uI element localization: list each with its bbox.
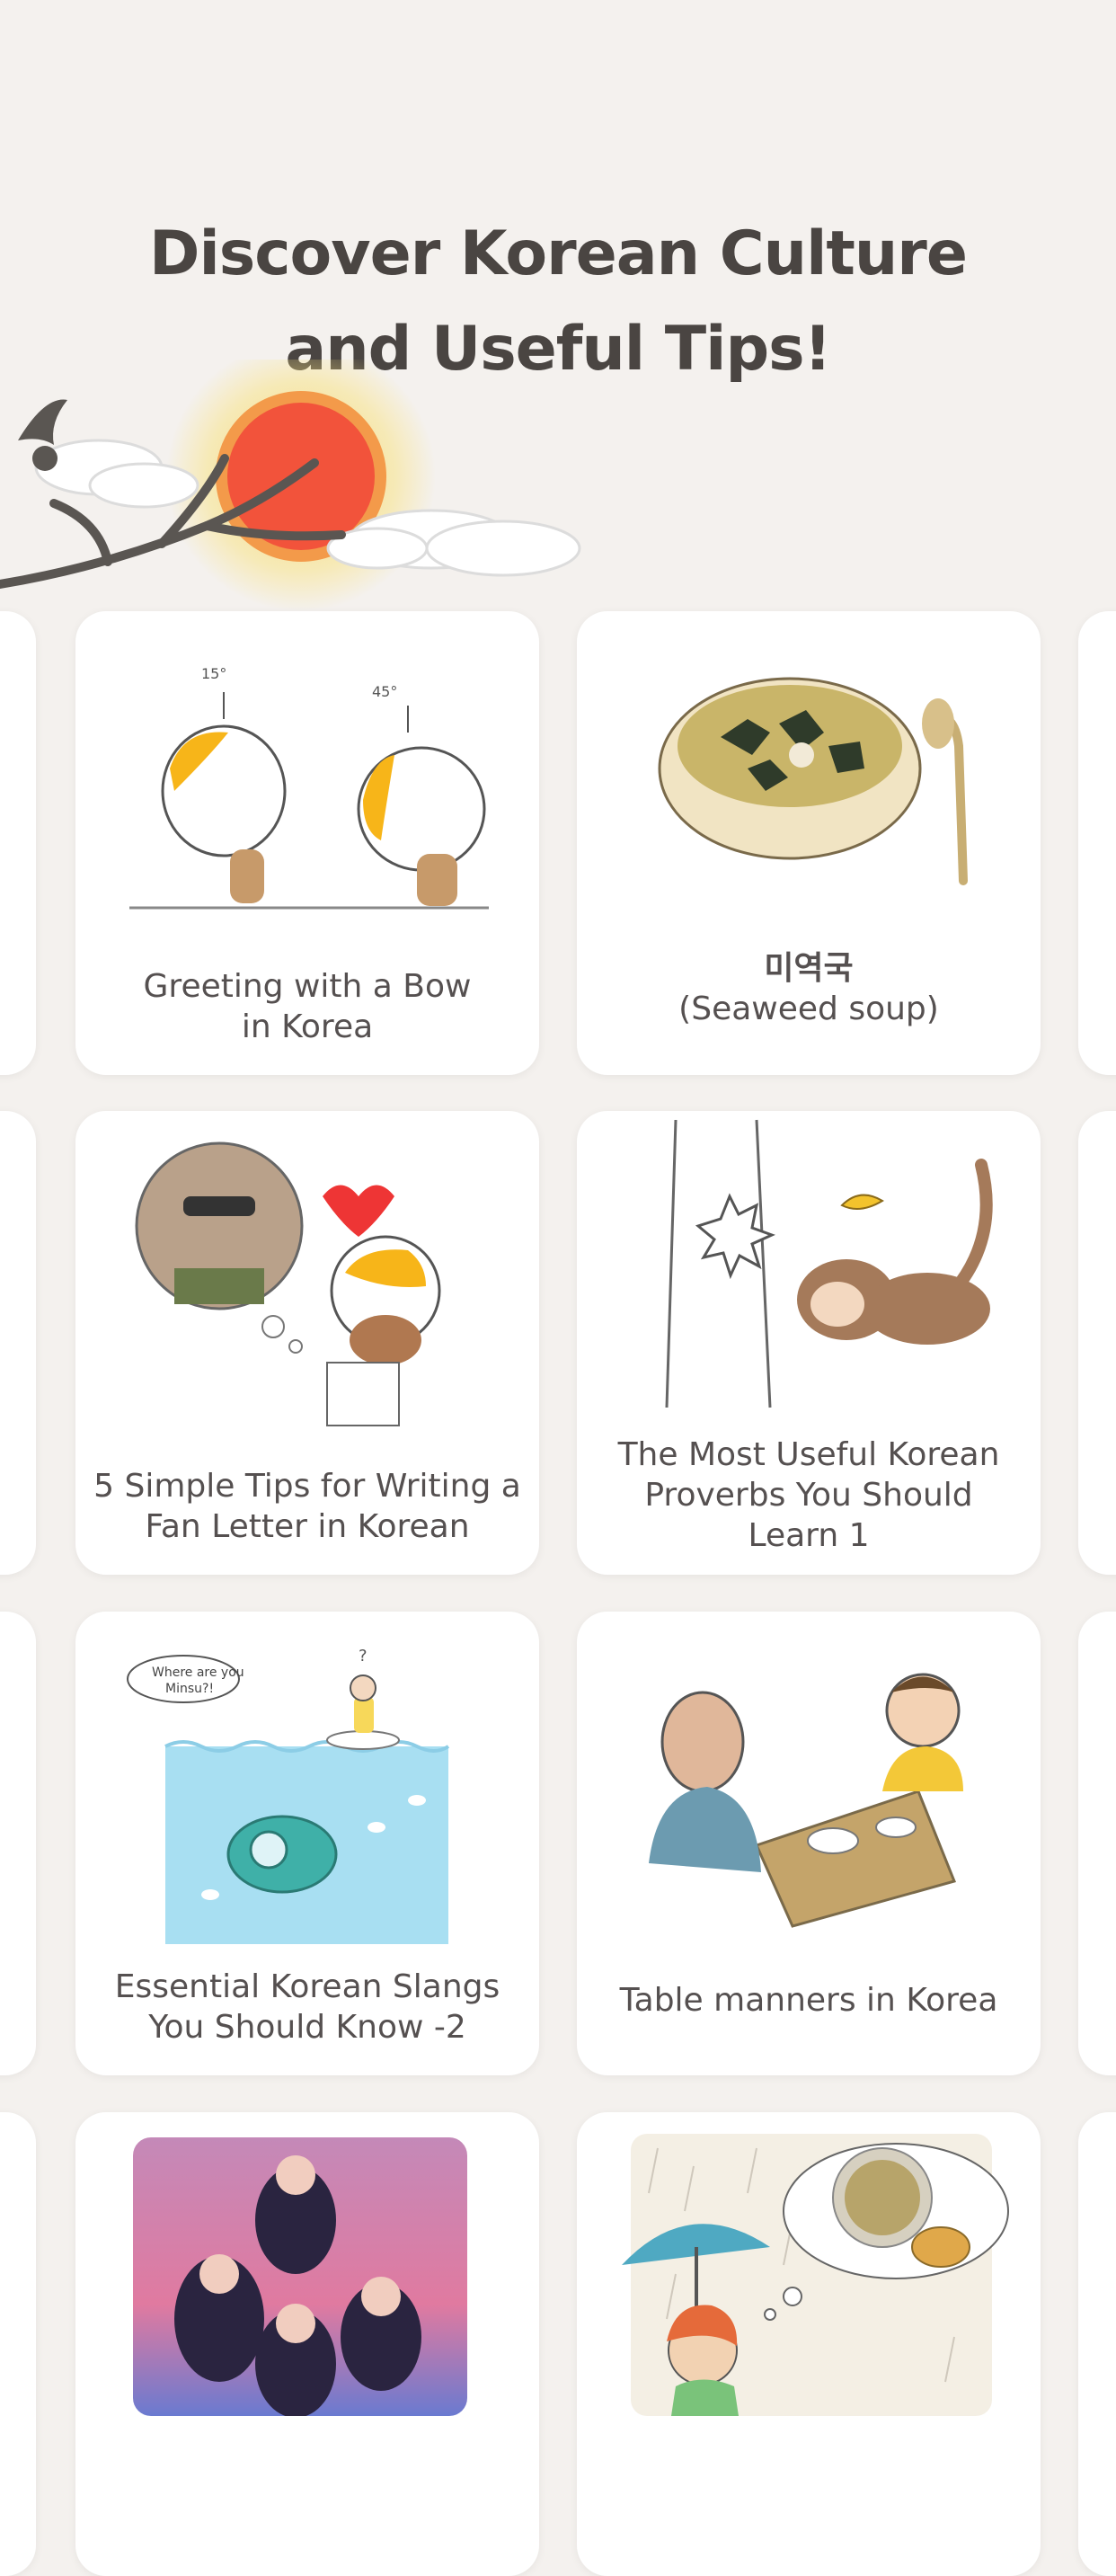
kpop-group-photo-icon xyxy=(133,2137,467,2416)
monkey-falling-icon xyxy=(665,1119,993,1408)
sun-branch-decoration-icon xyxy=(0,360,581,611)
card-caption: Greeting with a Bow in Korea xyxy=(143,968,472,1045)
title-line-1: Discover Korean Culture xyxy=(149,218,968,289)
svg-text:45°: 45° xyxy=(372,683,397,700)
svg-text:15°: 15° xyxy=(201,665,226,682)
bowing-eggs-icon: 15° 45° xyxy=(129,665,489,910)
edge-card-right-1[interactable] xyxy=(1078,611,1116,1075)
card-fan-letter[interactable]: 5 Simple Tips for Writing a Fan Letter i… xyxy=(75,1111,539,1575)
edge-card-right-3[interactable] xyxy=(1078,1612,1116,2075)
edge-card-left-2[interactable] xyxy=(0,1111,36,1575)
card-caption: 미역국 (Seaweed soup) xyxy=(678,950,939,1027)
edge-card-right-4[interactable] xyxy=(1078,2112,1116,2576)
card-greeting-bow[interactable]: 15° 45° Greeting with a Bow in Korea xyxy=(75,611,539,1075)
card-korean-slangs[interactable]: Where are you Minsu?! ? Essential Korean… xyxy=(75,1612,539,2075)
edge-card-left-3[interactable] xyxy=(0,1612,36,2075)
fan-letter-icon xyxy=(135,1141,441,1426)
card-caption: 5 Simple Tips for Writing a Fan Letter i… xyxy=(93,1468,521,1545)
submarine-icon: Where are you Minsu?! ? xyxy=(127,1647,450,1944)
svg-text:Minsu?!: Minsu?! xyxy=(165,1682,214,1696)
card-rainy-day-pancake[interactable] xyxy=(577,2112,1041,2576)
table-manners-icon xyxy=(649,1673,963,1928)
card-table-manners[interactable]: Table manners in Korea xyxy=(577,1612,1041,2075)
card-caption: Essential Korean Slangs You Should Know … xyxy=(114,1968,500,2046)
card-caption: The Most Useful Korean Proverbs You Shou… xyxy=(617,1436,1000,1554)
seaweed-soup-icon xyxy=(658,677,968,885)
edge-card-left-4[interactable] xyxy=(0,2112,36,2576)
rainy-day-pancake-icon xyxy=(622,2134,1009,2416)
card-korean-proverbs[interactable]: The Most Useful Korean Proverbs You Shou… xyxy=(577,1111,1041,1575)
card-caption: Table manners in Korea xyxy=(619,1982,998,2019)
svg-text:?: ? xyxy=(359,1647,368,1666)
edge-card-right-2[interactable] xyxy=(1078,1111,1116,1575)
card-seaweed-soup[interactable]: 미역국 (Seaweed soup) xyxy=(577,611,1041,1075)
card-kpop-group[interactable] xyxy=(75,2112,539,2576)
edge-card-left-1[interactable] xyxy=(0,611,36,1075)
svg-text:Where are you: Where are you xyxy=(152,1666,244,1680)
